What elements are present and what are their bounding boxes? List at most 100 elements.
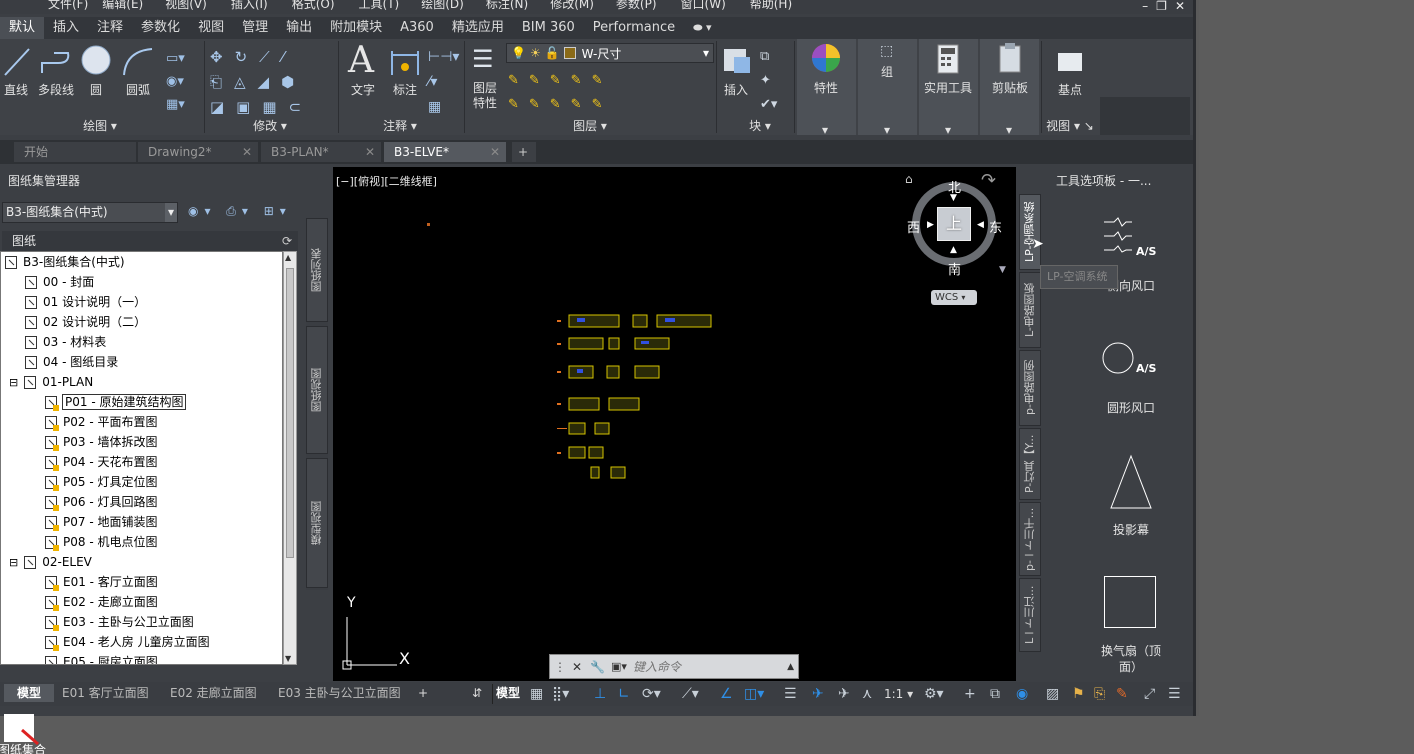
tab-sheet-list[interactable]: 图纸列表	[306, 218, 328, 322]
polyline-button[interactable]: 多段线	[36, 81, 76, 98]
desktop-file-icon[interactable]	[2, 712, 44, 746]
tree-sheet[interactable]: 00 - 封面	[25, 272, 94, 292]
arrow-down-icon[interactable]: ▲	[950, 245, 957, 255]
group-expand[interactable]: ▾	[880, 123, 894, 137]
auto-scale-icon[interactable]: ✈	[838, 686, 850, 702]
quick-drawings-icon[interactable]: ⎘	[1094, 686, 1105, 702]
tab-performance[interactable]: Performance	[584, 17, 684, 39]
viewport-controls[interactable]: [−][俯视][二维线框]	[336, 173, 437, 189]
drawing-content[interactable]	[553, 307, 713, 487]
menu-window[interactable]: 窗口(W)	[681, 0, 726, 14]
side-vent-icon[interactable]	[1102, 214, 1138, 254]
doc-tab-b3-elve[interactable]: B3-ELVE* ✕	[384, 142, 506, 162]
viewcube-east[interactable]: 东	[989, 217, 1002, 236]
doc-tab-drawing2[interactable]: Drawing2* ✕	[138, 142, 258, 162]
layout-overflow-icon[interactable]: ⇵	[472, 684, 486, 702]
isolate-objects-icon[interactable]: ⧉	[990, 686, 1000, 702]
tab-p-misc-1[interactable]: p-ㄧト川千...	[1019, 502, 1041, 576]
ortho-icon[interactable]: ∟	[618, 686, 630, 702]
otrack-icon[interactable]: ◫▾	[744, 686, 764, 702]
clipboard-expand[interactable]: ▾	[1002, 123, 1016, 137]
group-icon[interactable]: ⬚	[880, 43, 893, 59]
clipboard-button[interactable]: 剪贴板	[984, 79, 1036, 96]
tab-addins[interactable]: 附加模块	[321, 17, 391, 39]
tab-l-circuit[interactable]: L-电路图板	[1019, 272, 1041, 348]
menu-param[interactable]: 参数(P)	[616, 0, 657, 14]
modify-tools-icon[interactable]: ✥↻⟋⁄ ⎗◬◢⬢ ◪▣▦⊂	[210, 45, 330, 116]
clipboard-icon[interactable]	[996, 42, 1024, 74]
tab-manage[interactable]: 管理	[233, 17, 277, 39]
tree-sheet[interactable]: 04 - 图纸目录	[25, 352, 118, 372]
layers-panel-title[interactable]: 图层 ▾	[560, 118, 620, 134]
menu-format[interactable]: 格式(O)	[292, 0, 335, 14]
round-vent-icon[interactable]	[1102, 342, 1136, 376]
tool-round-vent[interactable]: 圆形风口	[1096, 399, 1166, 416]
circle-button[interactable]: 圆	[82, 81, 110, 98]
draw-small-tools-icon[interactable]: ▭▾ ◉▾ ▦▾	[166, 47, 190, 117]
arc-icon[interactable]	[120, 45, 156, 79]
group-button[interactable]: 组	[872, 63, 902, 80]
calculator-icon[interactable]	[936, 43, 960, 75]
tree-group[interactable]: ⊟ 01-PLAN	[9, 372, 93, 392]
tree-sheet[interactable]: E01 - 客厅立面图	[45, 572, 158, 592]
quick-view-icon[interactable]: ▨	[1046, 686, 1059, 702]
projection-screen-icon[interactable]	[1108, 454, 1154, 510]
base-button[interactable]: 基点	[1054, 81, 1086, 98]
insert-button[interactable]: 插入	[720, 81, 752, 98]
menu-draw[interactable]: 绘图(D)	[421, 0, 464, 14]
doc-tab-b3-plan[interactable]: B3-PLAN* ✕	[261, 142, 381, 162]
tab-default[interactable]: 默认	[0, 17, 45, 39]
infer-constraints-icon[interactable]: ⊥	[594, 686, 606, 702]
tree-sheet[interactable]: E02 - 走廊立面图	[45, 592, 158, 612]
menu-file[interactable]: 文件(F)	[48, 0, 88, 14]
tree-sheet[interactable]: P01 - 原始建筑结构图	[45, 392, 187, 412]
dimension-button[interactable]: 标注	[388, 81, 422, 98]
arc-button[interactable]: 圆弧	[120, 81, 156, 98]
text-button[interactable]: 文字	[348, 81, 378, 98]
polar-icon[interactable]: ⟳▾	[642, 686, 661, 702]
tab-sheet-views[interactable]: 图纸视图	[306, 326, 328, 454]
ssm-toolbar-icons[interactable]: ◉▾ ⎙▾ ⊞▾	[188, 204, 292, 219]
menu-dimension[interactable]: 标注(N)	[486, 0, 528, 14]
layer-dropdown[interactable]: 💡 ☀ 🔓 W-尺寸 ▾	[506, 43, 714, 63]
close-icon[interactable]: ✕	[365, 142, 375, 162]
menu-help[interactable]: 帮助(H)	[750, 0, 792, 14]
collapse-icon[interactable]: ⊟	[9, 556, 18, 569]
osnap-icon[interactable]: ⟋▾	[682, 686, 699, 702]
tree-sheet[interactable]: 02 设计说明（二）	[25, 312, 146, 332]
annotation-scale-icon[interactable]: ⋏	[862, 686, 872, 702]
menu-edit[interactable]: 编辑(E)	[102, 0, 143, 14]
tree-sheet[interactable]: E04 - 老人房 儿童房立面图	[45, 632, 210, 652]
tree-sheet[interactable]: P02 - 平面布置图	[45, 412, 157, 432]
tool-projection-screen[interactable]: 投影幕	[1096, 521, 1166, 538]
arrow-up-icon[interactable]: ▼	[950, 193, 957, 203]
annotation-scale-value[interactable]: 1:1 ▾	[884, 686, 913, 702]
polyline-icon[interactable]	[38, 45, 74, 79]
arrow-right-icon[interactable]: ◀	[977, 220, 984, 230]
insert-block-icon[interactable]	[720, 43, 754, 79]
doc-tab-start[interactable]: 开始	[14, 142, 136, 162]
add-icon[interactable]: +	[964, 686, 976, 702]
dimension-icon[interactable]	[388, 45, 422, 79]
text-icon[interactable]: A	[348, 41, 374, 81]
draw-panel-title[interactable]: 绘图 ▾	[70, 118, 130, 134]
tab-featured[interactable]: 精选应用	[443, 17, 513, 39]
view-panel-title[interactable]: 视图 ▾ ↘	[1040, 118, 1100, 134]
menu-view[interactable]: 视图(V)	[165, 0, 207, 14]
add-layout-button[interactable]: +	[418, 684, 438, 702]
tab-l-misc-2[interactable]: Lㄧト川江...	[1019, 578, 1041, 652]
tree-sheet[interactable]: P05 - 灯具定位图	[45, 472, 157, 492]
utilities-expand[interactable]: ▾	[941, 123, 955, 137]
desktop-file-label[interactable]: 图纸集合	[0, 744, 46, 754]
tab-model-views[interactable]: 模型视图	[306, 458, 328, 588]
model-space-button[interactable]: 模型	[496, 684, 526, 702]
tree-sheet-set[interactable]: B3-图纸集合(中式)	[5, 252, 125, 272]
isodraft-icon[interactable]: ∠	[720, 686, 733, 702]
collapse-icon[interactable]: ⊟	[9, 376, 18, 389]
viewcube-top-face[interactable]: 上	[937, 207, 971, 241]
grid-icon[interactable]: ▦	[530, 686, 543, 702]
annotation-visibility-icon[interactable]: ✈	[812, 686, 824, 702]
viewcube-west[interactable]: 西	[907, 217, 920, 236]
tree-sheet[interactable]: E05 - 厨房立面图	[45, 652, 158, 664]
refresh-icon[interactable]: ⟳	[282, 231, 292, 251]
